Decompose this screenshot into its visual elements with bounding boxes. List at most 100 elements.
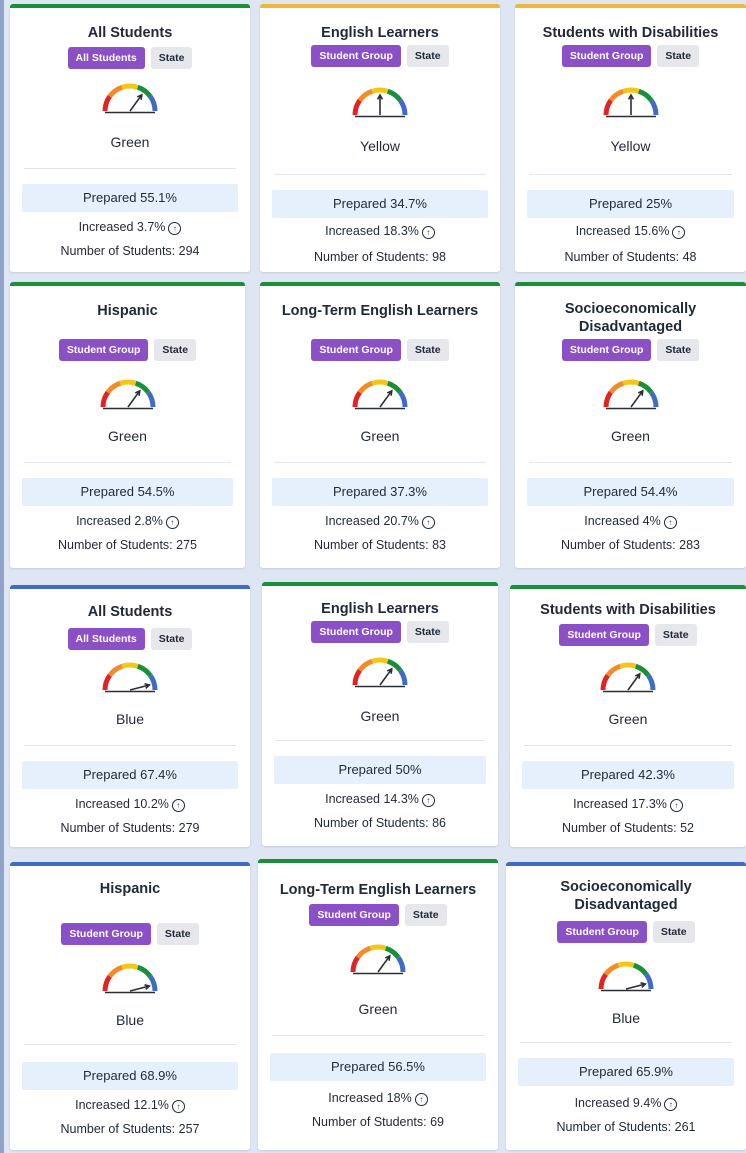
- prepared-percentage: Prepared 34.7%: [272, 190, 488, 218]
- change-text: Increased 14.3%: [325, 792, 419, 806]
- change-text: Increased 2.8%: [76, 514, 163, 528]
- state-badge[interactable]: State: [406, 45, 449, 67]
- student-group-badge[interactable]: Student Group: [561, 339, 652, 361]
- gauge-segment: [121, 963, 139, 970]
- state-badge[interactable]: State: [654, 624, 697, 646]
- state-badge[interactable]: State: [652, 921, 695, 943]
- badge-row: Student Group State: [10, 339, 245, 361]
- gauge-segment: [634, 663, 651, 677]
- performance-card[interactable]: Socioeconomically Disadvantaged Student G…: [515, 282, 746, 568]
- gauge-segment: [603, 98, 613, 116]
- gauge-segment: [398, 668, 408, 686]
- student-group-badge[interactable]: Student Group: [309, 904, 399, 926]
- performance-card[interactable]: Students with Disabilities Student Group S…: [510, 585, 746, 847]
- change-text: Increased 18.3%: [325, 224, 419, 238]
- gauge-meter-icon: [599, 84, 663, 118]
- gauge-segment: [148, 974, 158, 992]
- arrow-up-circle-icon: ↑: [421, 794, 435, 807]
- prepared-percentage: Prepared 37.3%: [272, 478, 488, 506]
- performance-card[interactable]: Students with Disabilities Student Group S…: [515, 4, 746, 272]
- student-group-badge[interactable]: Student Group: [561, 45, 652, 67]
- performance-level-label: Green: [110, 134, 150, 150]
- card-title: Hispanic: [99, 881, 161, 897]
- student-group-badge[interactable]: Student Group: [557, 921, 647, 943]
- performance-card[interactable]: Long-Term English Learners Student Group S…: [258, 859, 498, 1150]
- change-indicator: Increased 20.7% ↑: [260, 514, 500, 529]
- gauge-segment: [637, 380, 653, 394]
- change-text: Increased 17.3%: [573, 797, 667, 811]
- gauge-segment: [136, 964, 153, 978]
- state-badge[interactable]: State: [657, 45, 700, 67]
- card-divider: [529, 462, 732, 463]
- state-badge[interactable]: State: [657, 339, 700, 361]
- state-badge[interactable]: State: [406, 339, 449, 361]
- student-group-badge[interactable]: Student Group: [311, 621, 401, 643]
- arrow-up-circle-icon: ↑: [421, 516, 435, 529]
- gauge-segment: [648, 390, 658, 408]
- student-group-badge[interactable]: Student Group: [559, 624, 649, 646]
- student-count: Number of Students: 86: [313, 816, 447, 830]
- performance-level-label: Blue: [611, 1010, 641, 1026]
- performance-card[interactable]: All Students All Students State Blue Prepare…: [10, 585, 250, 847]
- gauge-segment: [398, 98, 408, 116]
- performance-card[interactable]: Hispanic Student Group State Blue Prepared 6…: [10, 862, 250, 1150]
- card-divider: [524, 745, 732, 746]
- badge-row: Student Group State: [515, 45, 746, 67]
- prepared-percentage: Prepared 25%: [527, 190, 734, 218]
- student-count: Number of Students: 294: [60, 244, 200, 258]
- gauge-needle: [129, 94, 143, 112]
- prepared-percentage: Prepared 65.9%: [518, 1058, 734, 1086]
- card-title: Hispanic: [97, 303, 158, 319]
- performance-card[interactable]: Socioeconomically Disadvantaged Student G…: [506, 862, 746, 1150]
- student-count: Number of Students: 69: [311, 1115, 445, 1129]
- gauge-meter-icon: [96, 376, 160, 410]
- performance-level-label: Green: [358, 1001, 398, 1017]
- gauge-segment: [357, 380, 374, 394]
- gauge-needle: [629, 390, 643, 408]
- gauge-meter-icon: [594, 958, 658, 992]
- performance-level-label: Blue: [115, 711, 145, 727]
- change-indicator: Increased 2.8% ↑: [10, 514, 245, 529]
- prepared-percentage: Prepared 54.4%: [527, 478, 734, 506]
- student-count: Number of Students: 257: [60, 1122, 200, 1136]
- state-badge[interactable]: State: [156, 923, 199, 945]
- state-badge[interactable]: State: [404, 904, 447, 926]
- prepared-percentage: Prepared 50%: [274, 756, 486, 784]
- badge-row: Student Group State: [260, 339, 500, 361]
- state-badge[interactable]: State: [154, 339, 197, 361]
- student-count: Number of Students: 283: [561, 538, 700, 552]
- badge-row: All Students State: [10, 628, 250, 650]
- change-text: Increased 12.1%: [75, 1098, 169, 1112]
- student-group-badge[interactable]: Student Group: [311, 339, 401, 361]
- badge-row: Student Group State: [10, 923, 250, 945]
- card-title: English Learners: [321, 601, 439, 617]
- student-group-badge[interactable]: All Students: [67, 47, 145, 69]
- student-group-badge[interactable]: Student Group: [311, 45, 401, 67]
- performance-card[interactable]: All Students All Students State Green Prepar…: [10, 4, 250, 272]
- student-group-badge[interactable]: Student Group: [58, 339, 149, 361]
- student-group-badge[interactable]: Student Group: [61, 923, 151, 945]
- card-title: Students with Disabilities: [542, 25, 719, 41]
- change-text: Increased 9.4%: [574, 1096, 662, 1110]
- gauge-segment: [648, 98, 658, 116]
- student-count: Number of Students: 279: [60, 821, 200, 835]
- performance-card[interactable]: Long-Term English Learners Student Group S…: [260, 282, 500, 568]
- performance-level-label: Green: [360, 708, 400, 724]
- performance-card[interactable]: English Learners Student Group State Green P…: [262, 582, 498, 846]
- card-divider: [24, 1044, 236, 1045]
- gauge-segment: [621, 87, 640, 94]
- state-badge[interactable]: State: [150, 47, 193, 69]
- gauge-segment: [386, 380, 403, 394]
- performance-card[interactable]: English Learners Student Group State Yellow…: [260, 4, 500, 272]
- gauge-segment: [384, 945, 401, 959]
- gauge-segment: [352, 390, 362, 408]
- gauge-segment: [371, 379, 389, 386]
- gauge-segment: [148, 673, 158, 691]
- performance-card[interactable]: Hispanic Student Group State Green Prepared …: [10, 282, 245, 568]
- gauge-segment: [598, 972, 608, 990]
- state-badge[interactable]: State: [150, 628, 193, 650]
- gauge-segment: [107, 663, 124, 677]
- student-count: Number of Students: 261: [556, 1120, 696, 1134]
- state-badge[interactable]: State: [406, 621, 449, 643]
- student-group-badge[interactable]: All Students: [67, 628, 145, 650]
